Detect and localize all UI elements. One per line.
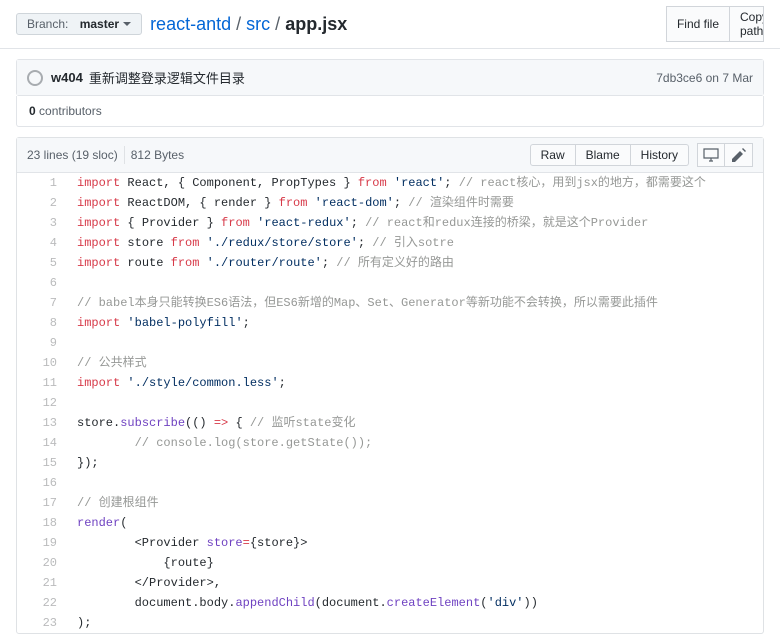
top-bar: Branch: master react-antd / src / app.js… [0,0,780,49]
code-line: store.subscribe(() => { // 监听state变化 [67,413,763,433]
branch-label: Branch: [27,17,68,31]
line-number[interactable]: 4 [17,233,67,253]
top-actions: Find file Copy path [666,6,764,42]
code-line: import 'babel-polyfill'; [67,313,763,333]
code-line: import React, { Component, PropTypes } f… [67,173,763,193]
code-line: </Provider>, [67,573,763,593]
commit-author-avatar [27,70,43,86]
line-number[interactable]: 10 [17,353,67,373]
code-line: import ReactDOM, { render } from 'react-… [67,193,763,213]
branch-selector[interactable]: Branch: master [16,13,142,35]
code-line: // 公共样式 [67,353,763,373]
line-number[interactable]: 19 [17,533,67,553]
file-action-group: Raw Blame History [530,144,689,166]
code-line: {route} [67,553,763,573]
pencil-icon-button[interactable] [725,143,753,167]
desktop-icon-button[interactable] [697,143,725,167]
line-number[interactable]: 5 [17,253,67,273]
pencil-icon [732,148,746,162]
raw-button[interactable]: Raw [530,144,576,166]
chevron-down-icon [123,22,131,26]
code-line: import store from './redux/store/store';… [67,233,763,253]
line-number[interactable]: 17 [17,493,67,513]
code-line: import route from './router/route'; // 所… [67,253,763,273]
line-number[interactable]: 13 [17,413,67,433]
code-line [67,393,763,413]
commit-date: 7 Mar [722,71,753,85]
breadcrumb: react-antd / src / app.jsx [150,14,347,35]
line-number[interactable]: 2 [17,193,67,213]
commit-author[interactable]: w404 [51,70,83,85]
branch-name: master [80,17,119,31]
file-lines: 23 lines (19 sloc) [27,148,118,162]
breadcrumb-repo[interactable]: react-antd [150,14,231,34]
line-number[interactable]: 8 [17,313,67,333]
copy-path-button[interactable]: Copy path [730,6,764,42]
breadcrumb-dir[interactable]: src [246,14,270,34]
code-line: // babel本身只能转换ES6语法，但ES6新增的Map、Set、Gener… [67,293,763,313]
line-number[interactable]: 11 [17,373,67,393]
contributors-label: contributors [39,104,102,118]
line-number[interactable]: 9 [17,333,67,353]
commit-box: w404 重新调整登录逻辑文件目录 7db3ce6 on 7 Mar [16,59,764,96]
line-number[interactable]: 18 [17,513,67,533]
code-table: 1import React, { Component, PropTypes } … [17,173,763,633]
commit-sha[interactable]: 7db3ce6 [656,71,702,85]
code-line: import { Provider } from 'react-redux'; … [67,213,763,233]
line-number[interactable]: 6 [17,273,67,293]
code-line: }); [67,453,763,473]
line-number[interactable]: 3 [17,213,67,233]
line-number[interactable]: 16 [17,473,67,493]
history-button[interactable]: History [631,144,689,166]
file-bytes: 812 Bytes [131,148,184,162]
line-number[interactable]: 21 [17,573,67,593]
line-number[interactable]: 1 [17,173,67,193]
code-line [67,273,763,293]
code-line: document.body.appendChild(document.creat… [67,593,763,613]
contributors-count: 0 [29,104,36,118]
blame-button[interactable]: Blame [576,144,631,166]
breadcrumb-file: app.jsx [285,14,347,34]
code-line: import './style/common.less'; [67,373,763,393]
code-line: ); [67,613,763,633]
line-number[interactable]: 23 [17,613,67,633]
line-number[interactable]: 20 [17,553,67,573]
contributors-row: 0 contributors [16,96,764,127]
file-box: 23 lines (19 sloc) 812 Bytes Raw Blame H… [16,137,764,634]
line-number[interactable]: 12 [17,393,67,413]
file-header: 23 lines (19 sloc) 812 Bytes Raw Blame H… [17,138,763,173]
code-line: render( [67,513,763,533]
line-number[interactable]: 14 [17,433,67,453]
commit-message[interactable]: 重新调整登录逻辑文件目录 [89,68,245,87]
code-line: // console.log(store.getState()); [67,433,763,453]
line-number[interactable]: 22 [17,593,67,613]
code-line [67,333,763,353]
code-line: // 创建根组件 [67,493,763,513]
find-file-button[interactable]: Find file [666,6,730,42]
line-number[interactable]: 15 [17,453,67,473]
desktop-icon [703,148,719,162]
line-number[interactable]: 7 [17,293,67,313]
commit-row: w404 重新调整登录逻辑文件目录 7db3ce6 on 7 Mar [17,60,763,95]
code-line [67,473,763,493]
commit-meta: 7db3ce6 on 7 Mar [656,71,753,85]
code-line: <Provider store={store}> [67,533,763,553]
divider [124,146,125,164]
